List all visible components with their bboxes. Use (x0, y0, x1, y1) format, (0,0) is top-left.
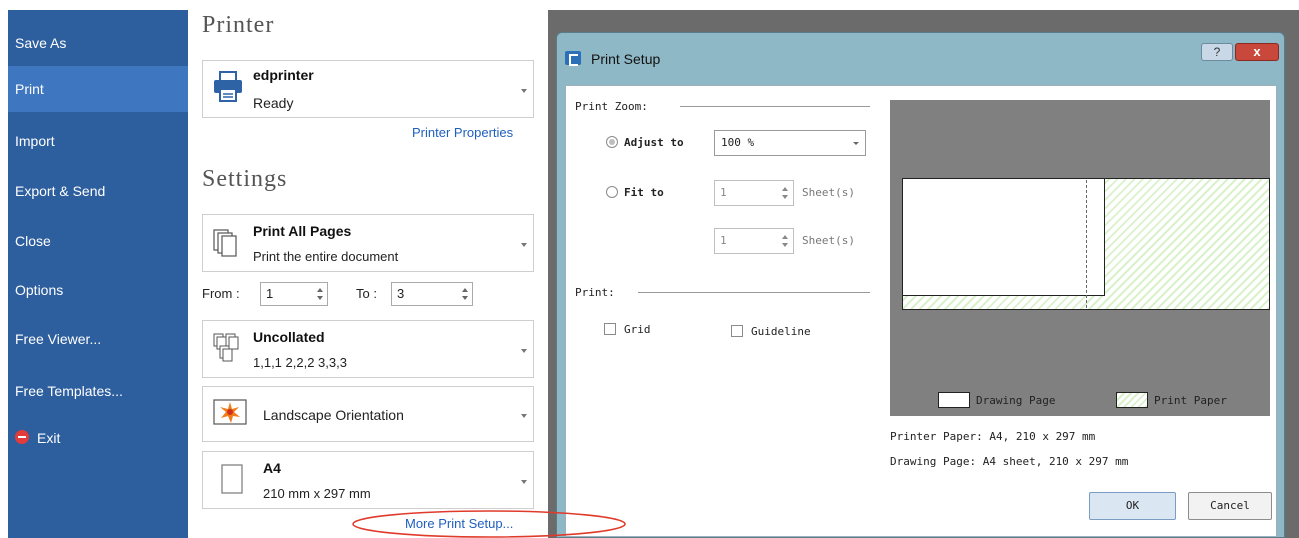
sidebar-item-exit[interactable]: Exit (8, 415, 188, 461)
paper-size-subtitle: 210 mm x 297 mm (263, 486, 371, 501)
sheets-label: Sheet(s) (802, 234, 855, 247)
drawing-page-legend-swatch (938, 392, 970, 408)
collation-subtitle: 1,1,1 2,2,2 3,3,3 (253, 355, 347, 370)
dialog-title: Print Setup (591, 51, 661, 67)
print-preview: Drawing Page Print Paper (890, 100, 1270, 416)
spin-arrows-icon[interactable] (316, 286, 324, 302)
exit-icon (15, 430, 29, 445)
dialog-body: Print Zoom: Adjust to 100 % Fit to 1 She… (565, 85, 1277, 537)
chevron-down-icon (521, 243, 527, 247)
app-icon (565, 51, 581, 66)
close-button[interactable]: x (1235, 43, 1279, 61)
settings-section-title: Settings (202, 166, 288, 192)
annotation-ellipse (350, 508, 628, 538)
sidebar-item-free-templates[interactable]: Free Templates... (8, 368, 188, 414)
spin-arrows-icon[interactable] (781, 185, 789, 201)
chevron-down-icon (521, 89, 527, 93)
printer-select[interactable]: edprinter Ready (202, 60, 534, 118)
guideline-label: Guideline (751, 325, 811, 338)
sidebar-item-label: Print (15, 81, 44, 97)
adjust-to-label: Adjust to (624, 136, 684, 149)
chevron-down-icon (853, 142, 859, 145)
landscape-icon (213, 399, 247, 427)
from-label: From : (202, 286, 240, 301)
printer-name: edprinter (253, 67, 314, 83)
chevron-down-icon (521, 414, 527, 418)
printer-paper-info: Printer Paper: A4, 210 x 297 mm (890, 430, 1096, 443)
help-button[interactable]: ? (1201, 43, 1233, 61)
sidebar-item-label: Import (15, 133, 55, 149)
sidebar-item-options[interactable]: Options (8, 267, 188, 313)
paper-size-select[interactable]: A4 210 mm x 297 mm (202, 451, 534, 509)
drawing-page-legend-label: Drawing Page (976, 394, 1056, 407)
sidebar-item-save-as[interactable]: Save As (8, 20, 188, 66)
adjust-to-radio[interactable] (606, 136, 618, 148)
print-group-label: Print: (575, 286, 615, 299)
print-setup-dialog: Print Setup ? x Print Zoom: Adjust to 10… (556, 32, 1285, 538)
orientation-title: Landscape Orientation (263, 407, 404, 423)
print-pages-select[interactable]: Print All Pages Print the entire documen… (202, 214, 534, 272)
chevron-down-icon (521, 480, 527, 484)
group-divider (680, 106, 870, 107)
sidebar-item-label: Exit (37, 430, 61, 446)
guideline-checkbox[interactable] (731, 325, 743, 337)
chevron-down-icon (521, 349, 527, 353)
zoom-percent-value: 100 % (721, 136, 755, 149)
sidebar-item-print[interactable]: Print (8, 66, 188, 112)
from-page-value: 1 (266, 286, 274, 301)
fit-to-label: Fit to (624, 186, 664, 199)
sidebar-item-close[interactable]: Close (8, 218, 188, 264)
sidebar-item-label: Export & Send (15, 183, 106, 199)
to-page-value: 3 (397, 286, 405, 301)
grid-checkbox[interactable] (604, 323, 616, 335)
sidebar-item-export-send[interactable]: Export & Send (8, 168, 188, 214)
print-paper-legend-swatch (1116, 392, 1148, 408)
zoom-percent-select[interactable]: 100 % (714, 130, 866, 156)
page-break-line (1086, 180, 1087, 308)
spin-arrows-icon[interactable] (461, 286, 469, 302)
spin-arrows-icon[interactable] (781, 233, 789, 249)
fit-to-radio[interactable] (606, 186, 618, 198)
print-zoom-group-label: Print Zoom: (575, 100, 648, 113)
sidebar-item-label: Free Viewer... (15, 331, 102, 347)
from-page-stepper[interactable]: 1 (260, 282, 328, 306)
print-pages-title: Print All Pages (253, 223, 352, 239)
to-label: To : (356, 286, 377, 301)
printer-section-title: Printer (202, 12, 275, 38)
printer-icon (213, 71, 243, 103)
paper-size-title: A4 (263, 460, 281, 476)
paper-icon (221, 464, 243, 494)
printer-properties-link[interactable]: Printer Properties (412, 125, 513, 140)
pages-icon (213, 225, 239, 257)
print-settings-panel: Printer edprinter Ready Printer Properti… (190, 0, 550, 538)
print-paper-legend-label: Print Paper (1154, 394, 1227, 407)
fit-to-value-2: 1 (720, 234, 727, 247)
orientation-select[interactable]: Landscape Orientation (202, 386, 534, 442)
sidebar-item-free-viewer[interactable]: Free Viewer... (8, 316, 188, 362)
group-divider (638, 292, 870, 293)
grid-label: Grid (624, 323, 651, 336)
collation-title: Uncollated (253, 329, 325, 345)
sidebar-item-import[interactable]: Import (8, 118, 188, 164)
fit-to-sheets-stepper-2[interactable]: 1 (714, 228, 794, 254)
sheets-label: Sheet(s) (802, 186, 855, 199)
ok-button[interactable]: OK (1089, 492, 1176, 520)
printer-status: Ready (253, 95, 294, 111)
drawing-page-info: Drawing Page: A4 sheet, 210 x 297 mm (890, 455, 1129, 468)
to-page-stepper[interactable]: 3 (391, 282, 473, 306)
sidebar-item-label: Free Templates... (15, 383, 123, 399)
cancel-button[interactable]: Cancel (1188, 492, 1272, 520)
drawing-page-area (902, 178, 1105, 296)
print-pages-subtitle: Print the entire document (253, 249, 399, 264)
collation-icon (213, 333, 239, 363)
fit-to-sheets-stepper-1[interactable]: 1 (714, 180, 794, 206)
collation-select[interactable]: Uncollated 1,1,1 2,2,2 3,3,3 (202, 320, 534, 378)
sidebar-item-label: Save As (15, 35, 67, 51)
sidebar-item-label: Close (15, 233, 51, 249)
fit-to-value-1: 1 (720, 186, 727, 199)
backstage-sidebar: Save As Print Import Export & Send Close… (8, 10, 188, 538)
sidebar-item-label: Options (15, 282, 64, 298)
